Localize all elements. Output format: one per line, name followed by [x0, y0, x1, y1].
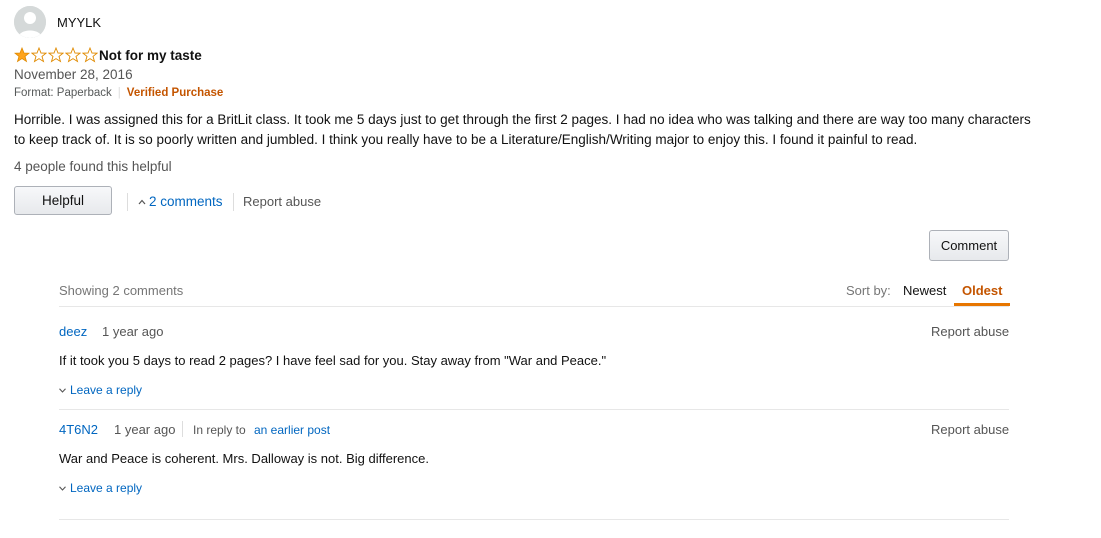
star-rating[interactable]	[14, 47, 99, 63]
star-empty-icon	[31, 47, 47, 63]
showing-comments-label: Showing 2 comments	[59, 283, 184, 298]
comments-toggle-link[interactable]: 2 comments	[138, 194, 223, 209]
comments-count[interactable]: 2 comments	[149, 194, 223, 209]
comment-time: 1 year ago	[102, 324, 164, 339]
divider	[233, 193, 234, 211]
comment-button[interactable]: Comment	[929, 230, 1009, 261]
report-abuse-link[interactable]: Report abuse	[243, 194, 321, 209]
star-empty-icon	[65, 47, 81, 63]
chevron-up-icon	[138, 199, 146, 204]
divider	[182, 421, 183, 437]
comment-text: If it took you 5 days to read 2 pages? I…	[59, 353, 607, 368]
reviewer-name[interactable]: MYYLK	[57, 15, 101, 30]
in-reply-to-label: In reply to	[193, 423, 246, 437]
helpful-count: 4 people found this helpful	[14, 159, 172, 174]
divider	[127, 193, 128, 211]
earlier-post-link[interactable]: an earlier post	[254, 423, 330, 437]
star-empty-icon	[48, 47, 64, 63]
divider	[59, 306, 1009, 307]
verified-purchase-badge: Verified Purchase	[126, 87, 224, 99]
avatar	[14, 6, 46, 38]
review-date: November 28, 2016	[14, 67, 133, 82]
star-filled-icon	[14, 47, 30, 63]
leave-reply-label[interactable]: Leave a reply	[70, 481, 142, 495]
divider	[59, 519, 1009, 520]
leave-reply-link[interactable]: Leave a reply	[59, 383, 142, 397]
user-avatar-icon	[14, 6, 46, 38]
comment-author[interactable]: 4T6N2	[59, 422, 98, 437]
review-body: Horrible. I was assigned this for a Brit…	[14, 112, 1031, 147]
divider: |	[117, 87, 121, 99]
divider	[59, 409, 1009, 410]
sort-oldest-tab[interactable]: Oldest	[962, 283, 1002, 298]
comment-report-abuse-link[interactable]: Report abuse	[931, 324, 1009, 339]
comment-report-abuse-link[interactable]: Report abuse	[931, 422, 1009, 437]
leave-reply-label[interactable]: Leave a reply	[70, 383, 142, 397]
review-title[interactable]: Not for my taste	[99, 48, 202, 63]
sort-label: Sort by:	[846, 283, 891, 298]
comment-time: 1 year ago	[114, 422, 176, 437]
helpful-button[interactable]: Helpful	[14, 186, 112, 215]
chevron-down-icon	[59, 485, 66, 491]
comment-author[interactable]: deez	[59, 324, 87, 339]
leave-reply-link[interactable]: Leave a reply	[59, 481, 142, 495]
format-label[interactable]: Format: Paperback	[14, 87, 112, 99]
sort-newest-tab[interactable]: Newest	[903, 283, 946, 298]
chevron-down-icon	[59, 387, 66, 393]
comment-text: War and Peace is coherent. Mrs. Dalloway…	[59, 451, 429, 466]
star-empty-icon	[82, 47, 98, 63]
format-line: Format: Paperback | Verified Purchase	[14, 87, 223, 99]
